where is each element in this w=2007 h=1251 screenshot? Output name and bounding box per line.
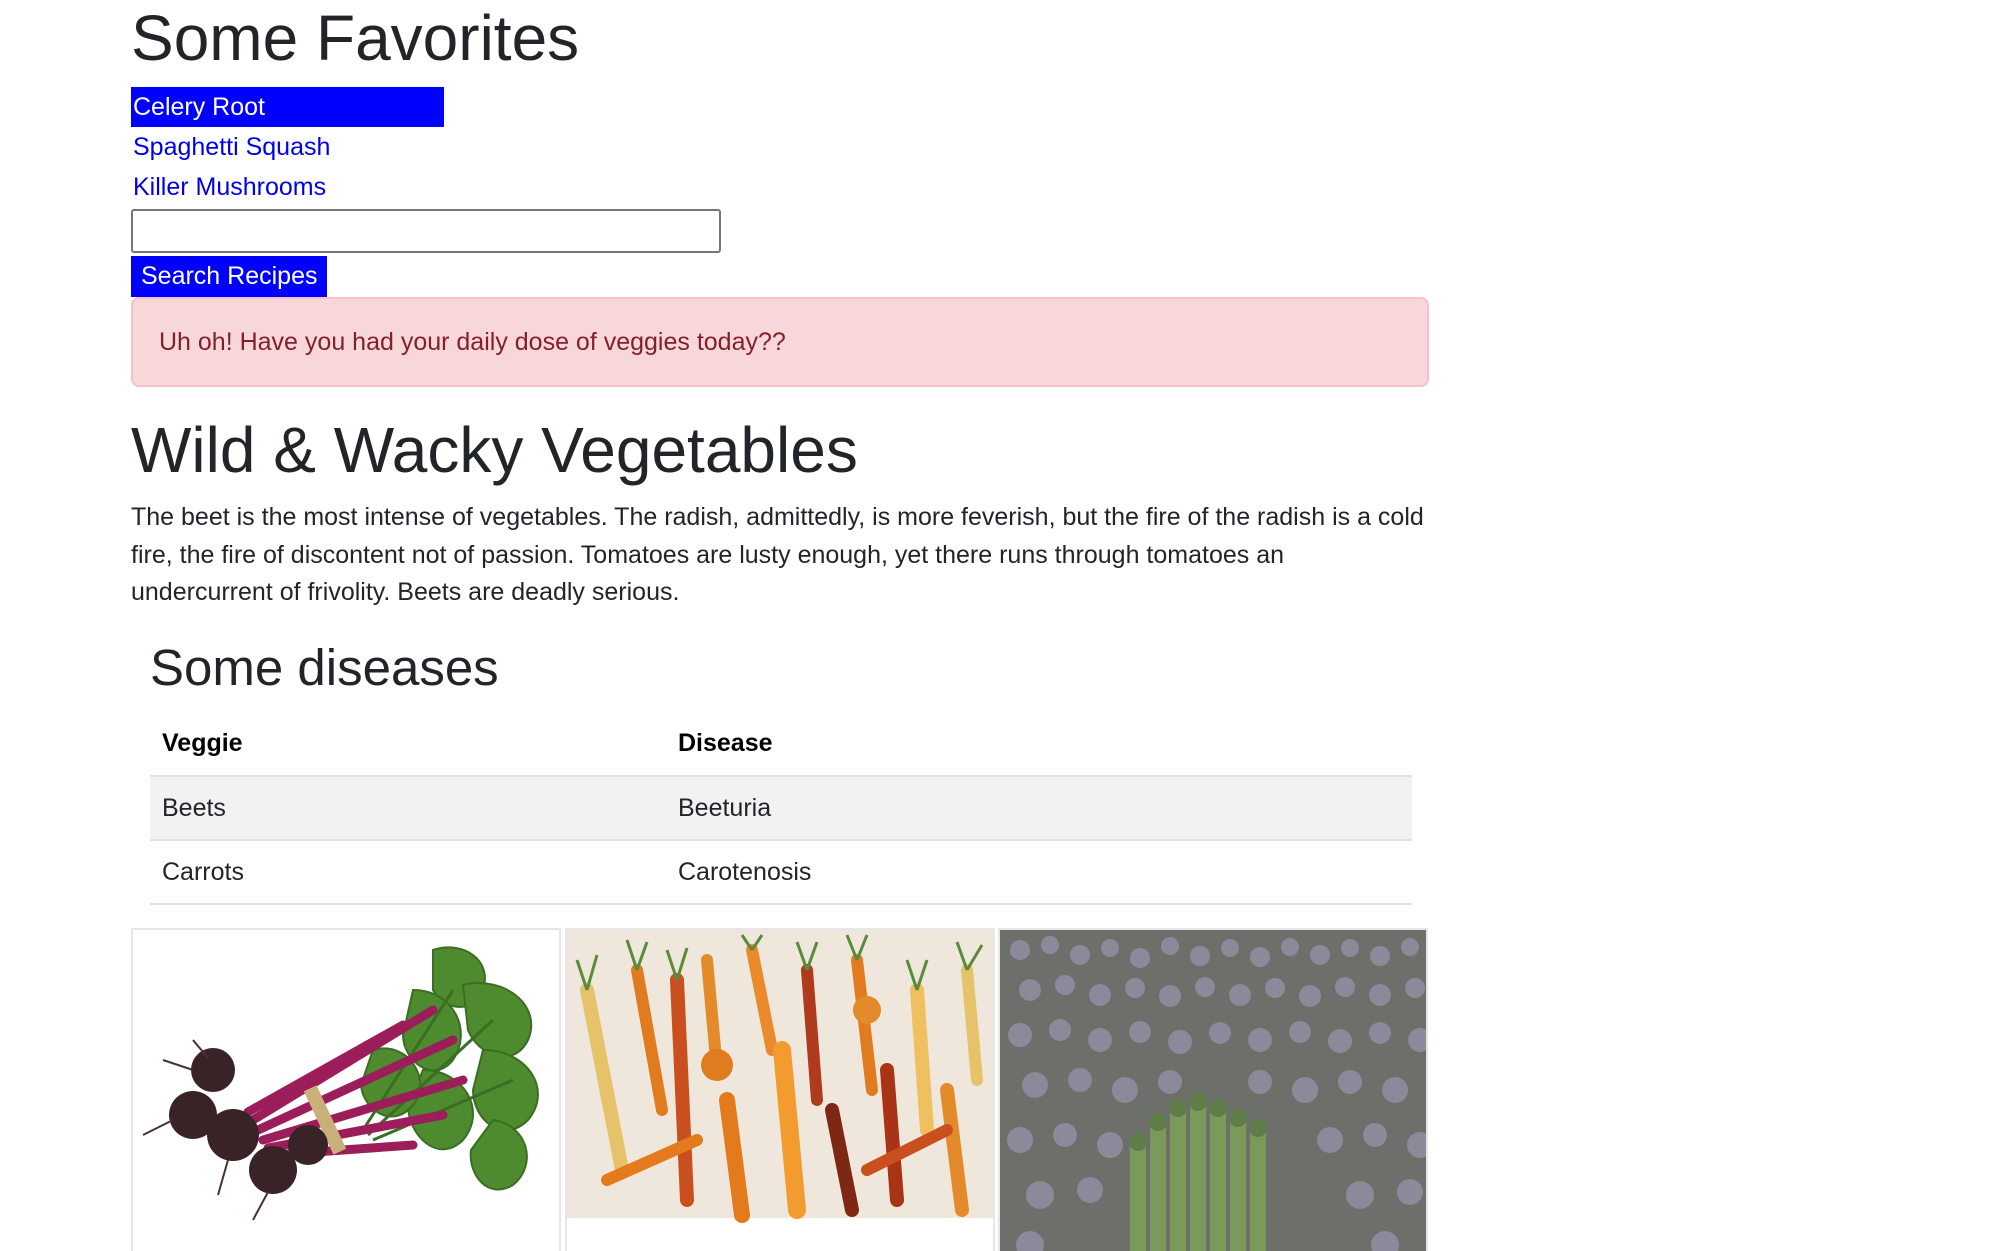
vegetable-gallery (131, 928, 1431, 1251)
column-header-veggie: Veggie (150, 712, 666, 777)
carrots-photo-card (565, 928, 995, 1251)
search-input[interactable] (131, 209, 721, 253)
asparagus-photo-card (998, 928, 1428, 1251)
table-header-row: Veggie Disease (150, 712, 1412, 777)
favorite-item-celery-root[interactable]: Celery Root (131, 87, 444, 127)
table-row: Carrots Carotenosis (150, 840, 1412, 905)
favorite-item-spaghetti-squash[interactable]: Spaghetti Squash (131, 127, 444, 167)
table-row: Beets Beeturia (150, 776, 1412, 841)
beets-photo-card (131, 928, 561, 1251)
table-cell-veggie: Carrots (150, 840, 666, 905)
favorites-list: Celery Root Spaghetti Squash Killer Mush… (131, 87, 444, 207)
table-cell-veggie: Beets (150, 776, 666, 841)
article-body: The beet is the most intense of vegetabl… (131, 503, 1424, 606)
carrots-photo (567, 930, 993, 1251)
page: Some Favorites Celery Root Spaghetti Squ… (0, 0, 2007, 1251)
table-cell-disease: Beeturia (666, 776, 1412, 841)
diseases-table: Veggie Disease Beets Beeturia Carrots Ca… (150, 712, 1412, 905)
search-recipes-button[interactable]: Search Recipes (131, 256, 328, 297)
favorite-item-killer-mushrooms[interactable]: Killer Mushrooms (131, 167, 444, 207)
beets-photo (133, 930, 559, 1251)
article-title: Wild & Wacky Vegetables (131, 414, 858, 486)
diseases-section: Some diseases Veggie Disease Beets Beetu… (150, 630, 1412, 905)
column-header-disease: Disease (666, 712, 1412, 777)
diseases-title: Some diseases (150, 639, 499, 696)
veggie-alert: Uh oh! Have you had your daily dose of v… (131, 297, 1429, 387)
asparagus-photo (1000, 930, 1426, 1251)
favorites-title: Some Favorites (131, 2, 580, 74)
table-cell-disease: Carotenosis (666, 840, 1412, 905)
